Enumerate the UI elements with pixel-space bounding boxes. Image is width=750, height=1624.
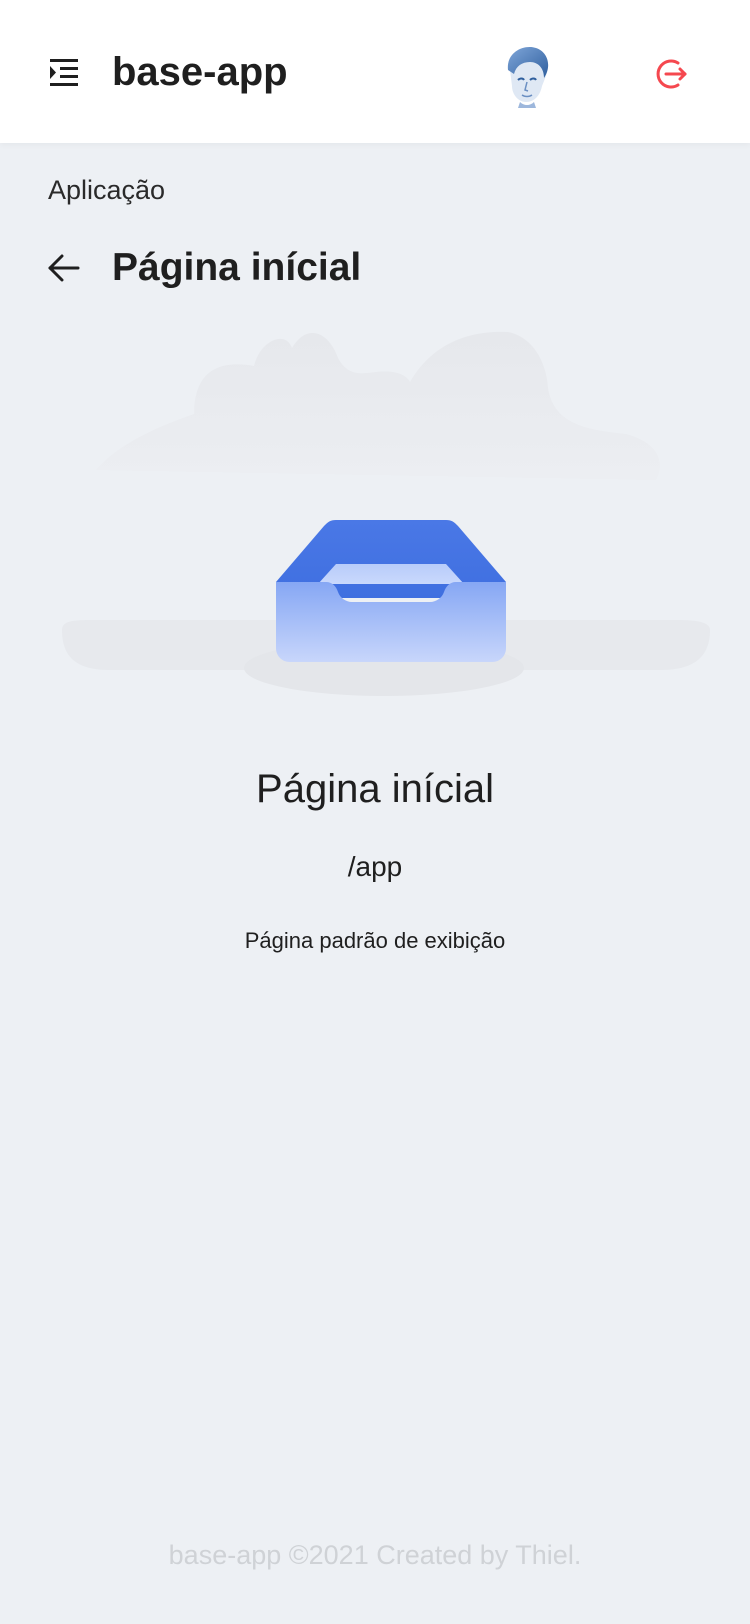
- arrow-left-icon[interactable]: [44, 248, 84, 288]
- empty-inbox-tray: [60, 330, 720, 710]
- top-header: base-app: [0, 0, 750, 143]
- app-title: base-app: [112, 50, 288, 94]
- footer-copyright: base-app ©2021 Created by Thiel.: [168, 1540, 582, 1570]
- empty-state-description: Página padrão de exibição: [244, 928, 506, 953]
- empty-state-subtitle: /app: [347, 851, 403, 882]
- user-avatar[interactable]: [498, 44, 554, 108]
- breadcrumb[interactable]: Aplicação: [48, 172, 165, 208]
- page-title: Página inícial: [112, 246, 362, 289]
- menu-unfold-icon[interactable]: [44, 54, 84, 90]
- empty-state-title: Página inícial: [256, 767, 494, 811]
- logout-icon[interactable]: [650, 54, 690, 94]
